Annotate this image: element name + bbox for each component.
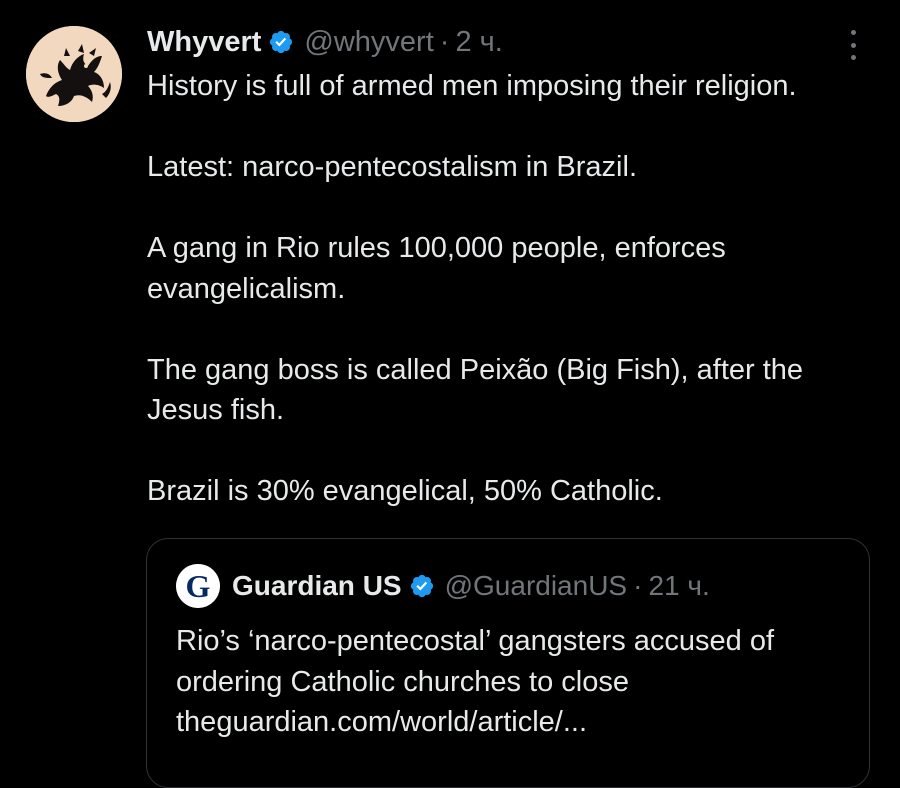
author-display-name[interactable]: Whyvert [147,26,261,59]
quoted-tweet-header: G Guardian US @GuardianUS · 21 ч. [176,564,710,608]
tweet-text: History is full of armed men imposing th… [147,66,877,512]
tweet-paragraph: A gang in Rio rules 100,000 people, enfo… [147,232,726,305]
quoted-tweet[interactable]: G Guardian US @GuardianUS · 21 ч. Rio’s … [146,538,870,788]
quoted-display-name[interactable]: Guardian US [232,570,402,602]
svg-text:G: G [186,568,211,604]
tweet-header: Whyvert @whyvert · 2 ч. [147,22,503,62]
tweet-timestamp[interactable]: 2 ч. [455,26,502,59]
tweet[interactable]: Whyvert @whyvert · 2 ч. History is full … [0,0,900,788]
verified-badge-icon [268,29,294,55]
quoted-timestamp[interactable]: 21 ч. [648,570,709,602]
author-handle[interactable]: @whyvert [304,26,433,59]
tweet-paragraph: The gang boss is called Peixão (Big Fish… [147,353,804,427]
guardian-logo-icon[interactable]: G [176,564,220,608]
verified-badge-icon [409,573,435,599]
tweet-paragraph: Latest: narco-pentecostalism in Brazil. [147,151,637,183]
quoted-link[interactable]: theguardian.com/world/article/... [176,702,856,743]
author-avatar[interactable] [26,26,122,122]
quoted-tweet-text: Rio’s ‘narco-pentecostal’ gangsters accu… [176,621,856,743]
quoted-text-line: ordering Catholic churches to close [176,665,629,698]
quoted-header-separator: · [633,570,643,601]
header-separator: · [439,25,450,58]
dragon-crest-icon [26,26,122,122]
tweet-paragraph: History is full of armed men imposing th… [147,70,797,102]
quoted-text-line: Rio’s ‘narco-pentecostal’ gangsters accu… [176,625,775,657]
quoted-handle[interactable]: @GuardianUS [445,570,628,602]
tweet-paragraph: Brazil is 30% evangelical, 50% Catholic. [147,475,663,507]
more-options-icon[interactable] [838,28,868,62]
